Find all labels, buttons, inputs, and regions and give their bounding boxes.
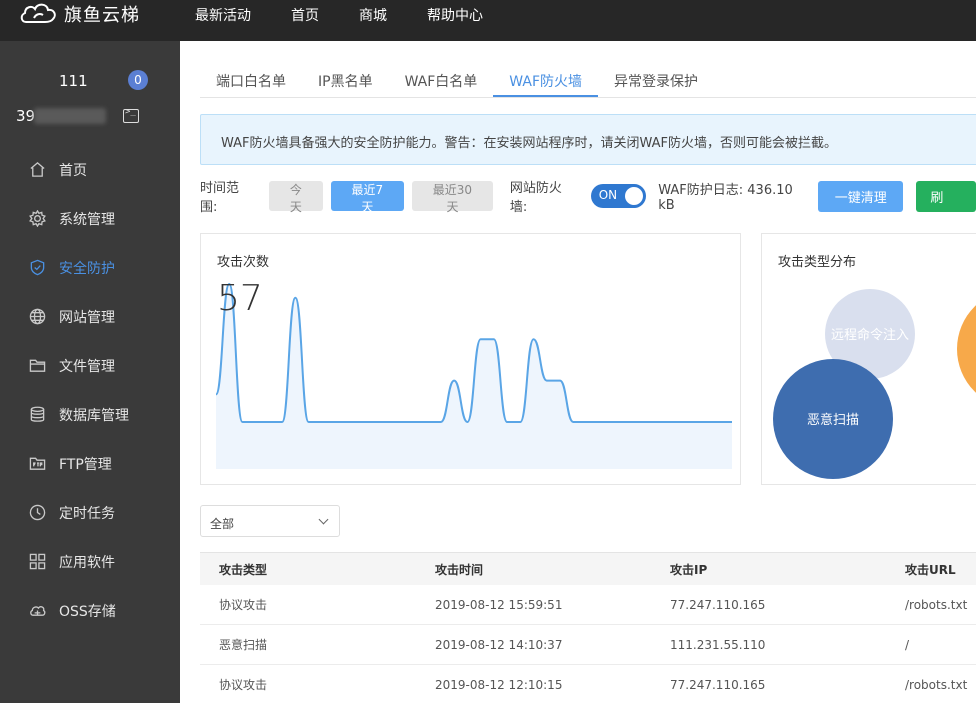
sidebar-item-label: 文件管理 [59,358,115,375]
sidebar: 111 0 39 首页 系统管理 安全防护 网站管理 文件管理 数据库管理 [0,41,180,703]
sidebar-item-home[interactable]: 首页 [0,145,180,194]
folder-icon [29,359,46,372]
sidebar-item-database[interactable]: 数据库管理 [0,390,180,439]
security-tabs: 端口白名单 IP黑名单 WAF白名单 WAF防火墙 异常登录保护 [200,60,976,98]
cell-time: 2019-08-12 12:10:15 [435,677,563,692]
col-attack-time[interactable]: 攻击时间 [435,561,670,578]
sidebar-item-label: 首页 [59,162,87,179]
cell-time: 2019-08-12 15:59:51 [435,597,563,612]
attack-count-title: 攻击次数 [217,255,270,270]
waf-notice: WAF防火墙具备强大的安全防护能力。警告：在安装网站程序时，请关闭WAF防火墙，… [200,114,976,165]
sidebar-item-cron[interactable]: 定时任务 [0,488,180,537]
cloud-logo-icon [20,3,56,23]
sidebar-item-label: 数据库管理 [59,407,129,424]
table-row[interactable]: 恶意扫描 2019-08-12 14:10:37 111.231.55.110 … [200,625,976,665]
tab-ip-blacklist[interactable]: IP黑名单 [302,60,389,97]
sidebar-item-label: 系统管理 [59,211,115,228]
bubble-malicious-scan-label: 恶意扫描 [807,412,859,428]
tab-waf-whitelist[interactable]: WAF白名单 [389,60,494,97]
clock-icon [29,504,46,521]
filter-selected: 全部 [210,517,235,531]
time-range-label: 时间范围: [200,181,240,215]
apps-icon [29,553,46,570]
table-header: 攻击类型 攻击时间 攻击IP 攻击URL [200,553,976,585]
attack-count-value: 57 [217,278,263,319]
sidebar-menu: 首页 系统管理 安全防护 网站管理 文件管理 数据库管理 FTP管理 定时任务 [0,145,180,635]
sidebar-item-label: 定时任务 [59,505,115,522]
cloud-storage-icon [30,606,46,616]
tab-abnormal-login[interactable]: 异常登录保护 [598,60,714,97]
sidebar-item-label: 网站管理 [59,309,115,326]
cell-ip: 77.247.110.165 [670,677,766,692]
bubble-remote-command-label: 远程命令注入 [831,327,909,343]
nav-store[interactable]: 商城 [359,5,387,25]
database-icon [30,406,45,422]
nav-latest-activity[interactable]: 最新活动 [195,5,251,25]
firewall-toggle-text: ON [598,188,618,202]
table-row[interactable]: 协议攻击 2019-08-12 12:10:15 77.247.110.165 … [200,665,976,703]
attack-type-card: 攻击类型分布 远程命令注入 恶意扫描 [761,233,976,485]
clean-log-button[interactable]: 一键清理 [818,180,904,212]
nav-help-center[interactable]: 帮助中心 [427,5,483,25]
user-id-redacted [34,108,106,124]
site-firewall-label: 网站防火墙: [509,181,562,215]
col-attack-type[interactable]: 攻击类型 [200,561,435,578]
tab-waf-firewall[interactable]: WAF防火墙 [493,60,599,97]
bubble-other [957,305,976,393]
attack-count-card: 攻击次数 57 [200,233,741,485]
globe-icon [29,308,46,325]
range-today-button[interactable]: 今天 [268,181,323,214]
range-7days-button[interactable]: 最近7天 [330,181,405,214]
cell-ip: 111.231.55.110 [670,637,766,652]
sidebar-item-security[interactable]: 安全防护 [0,243,180,292]
sidebar-item-system[interactable]: 系统管理 [0,194,180,243]
sidebar-item-label: 应用软件 [59,554,115,571]
cell-url: /robots.txt [905,597,968,612]
cell-type: 协议攻击 [219,598,268,612]
tab-port-whitelist[interactable]: 端口白名单 [200,60,302,97]
col-attack-ip[interactable]: 攻击IP [670,561,905,578]
top-bar: 旗鱼云梯 最新活动 首页 商城 帮助中心 [0,0,976,41]
cell-time: 2019-08-12 14:10:37 [435,637,563,652]
shield-icon [30,259,45,276]
top-nav: 最新活动 首页 商城 帮助中心 [195,5,523,25]
sidebar-item-website[interactable]: 网站管理 [0,292,180,341]
attack-count-chart [216,282,732,469]
table-row[interactable]: 协议攻击 2019-08-12 15:59:51 77.247.110.165 … [200,585,976,625]
firewall-toggle[interactable]: ON [590,184,647,208]
sidebar-item-apps[interactable]: 应用软件 [0,537,180,586]
col-attack-url[interactable]: 攻击URL [905,561,976,578]
cell-url: /robots.txt [905,677,968,692]
main-content: 端口白名单 IP黑名单 WAF白名单 WAF防火墙 异常登录保护 WAF防火墙具… [180,41,976,703]
attack-log-table: 攻击类型 攻击时间 攻击IP 攻击URL 协议攻击 2019-08-12 15:… [200,552,976,703]
brand-name: 旗鱼云梯 [64,5,140,26]
user-id: 39 [16,107,36,125]
range-30days-button[interactable]: 最近30天 [412,181,493,214]
cell-type: 协议攻击 [219,678,268,692]
sidebar-item-label: FTP管理 [59,456,112,473]
sidebar-item-label: 安全防护 [59,260,115,277]
sidebar-item-label: OSS存储 [59,603,116,620]
refresh-button[interactable]: 刷 [916,180,976,212]
chevron-down-icon [318,514,329,525]
cell-ip: 77.247.110.165 [670,597,766,612]
attack-type-filter[interactable]: 全部 [200,505,340,537]
sidebar-item-oss[interactable]: OSS存储 [0,586,180,635]
ftp-icon [29,457,46,470]
notification-badge[interactable]: 0 [128,70,148,90]
toggle-knob [625,187,644,205]
sidebar-item-files[interactable]: 文件管理 [0,341,180,390]
cell-type: 恶意扫描 [219,638,268,652]
home-icon [30,162,45,177]
attack-type-bubble-chart: 远程命令注入 恶意扫描 [773,289,976,479]
logo[interactable]: 旗鱼云梯 [20,0,140,28]
nav-home[interactable]: 首页 [291,5,319,25]
gear-icon [29,210,46,227]
user-name: 111 [59,72,88,90]
cell-url: / [905,637,910,652]
terminal-icon[interactable] [123,107,139,123]
waf-log-size: WAF防护日志: 436.10 kB [658,183,793,213]
waf-toolbar: 时间范围: 今天 最近7天 最近30天 网站防火墙: ON WAF防护日志: 4… [200,180,976,215]
sidebar-item-ftp[interactable]: FTP管理 [0,439,180,488]
